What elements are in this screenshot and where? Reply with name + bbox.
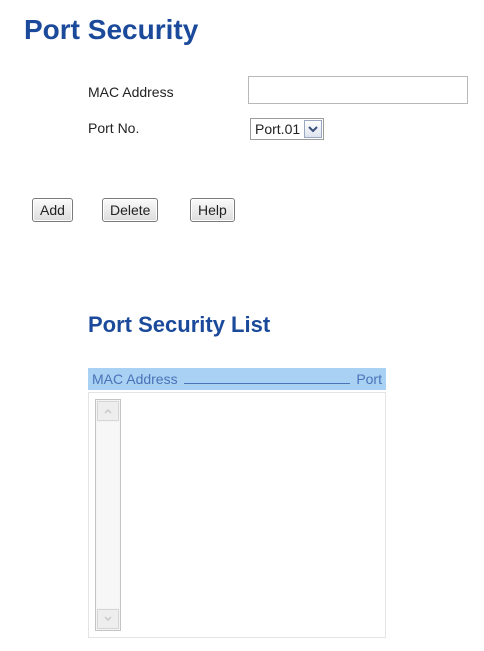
port-security-listbox[interactable]: [88, 392, 386, 638]
port-no-selected-value: Port.01: [255, 121, 301, 137]
delete-button[interactable]: Delete: [102, 198, 159, 222]
port-no-label: Port No.: [88, 120, 140, 136]
port-no-select[interactable]: Port.01: [250, 118, 325, 140]
mac-address-input[interactable]: [248, 76, 468, 104]
scroll-down-icon[interactable]: [97, 609, 119, 629]
page-title: Port Security: [24, 14, 199, 45]
chevron-down-icon[interactable]: [304, 120, 323, 138]
port-security-list-title: Port Security List: [88, 312, 271, 337]
list-header: MAC Address Port: [88, 368, 386, 390]
column-header-mac-address: MAC Address: [92, 371, 178, 387]
mac-address-label: MAC Address: [88, 84, 174, 100]
column-header-port: Port: [356, 371, 382, 387]
add-button[interactable]: Add: [32, 198, 73, 222]
scroll-track[interactable]: [97, 422, 119, 608]
header-divider: [183, 382, 351, 384]
scroll-up-icon[interactable]: [97, 401, 119, 421]
list-scrollbar[interactable]: [95, 399, 121, 631]
help-button[interactable]: Help: [190, 198, 235, 222]
